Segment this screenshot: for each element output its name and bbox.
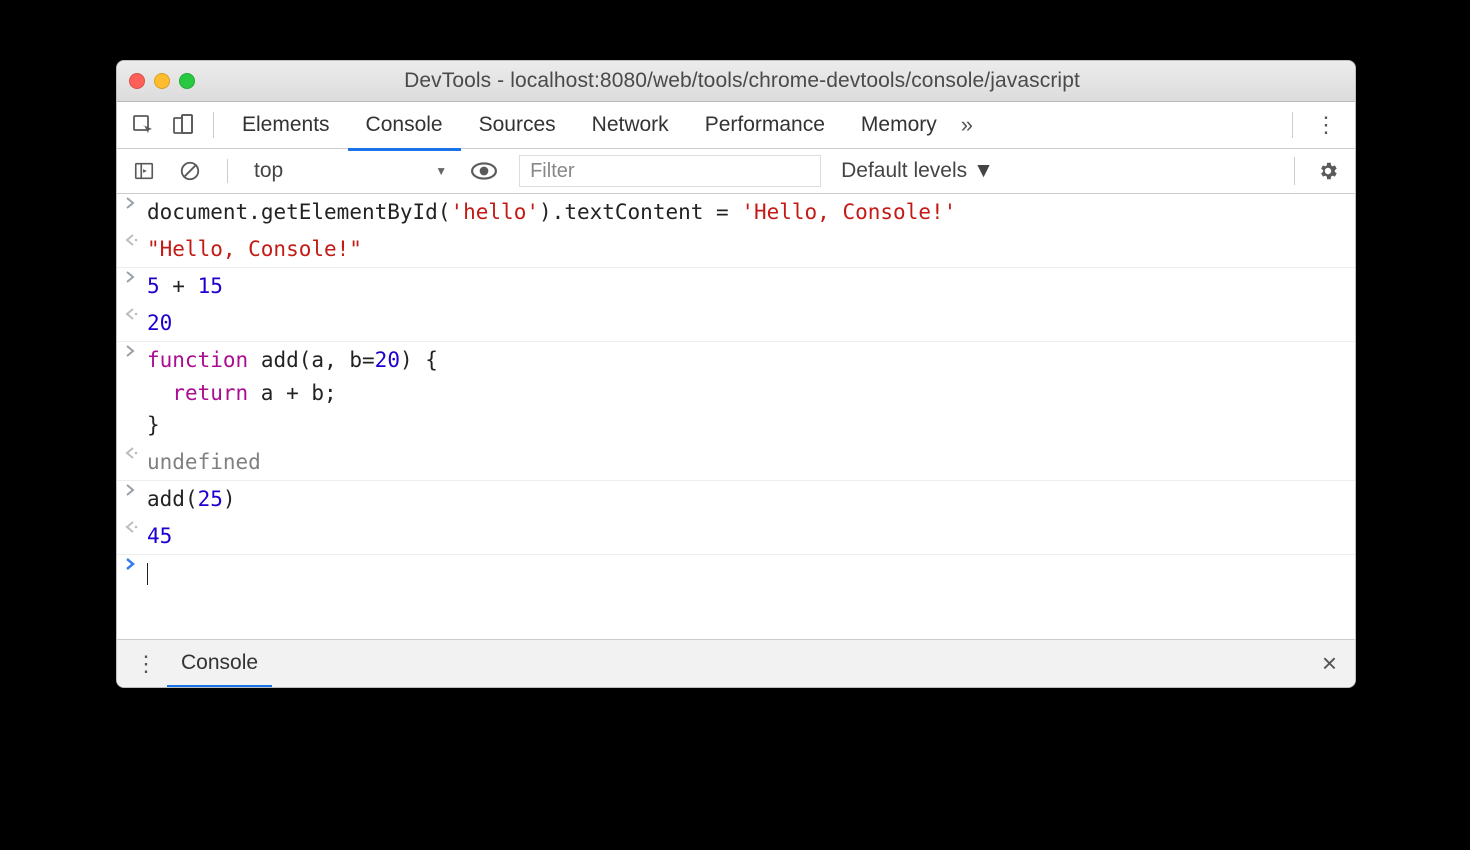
devtools-menu-button[interactable]: ⋮ — [1303, 112, 1349, 138]
window-titlebar[interactable]: DevTools - localhost:8080/web/tools/chro… — [117, 61, 1355, 102]
code-text: add(25) — [147, 483, 236, 516]
toggle-sidebar-icon[interactable] — [125, 149, 163, 193]
device-toolbar-icon[interactable] — [163, 102, 203, 148]
console-input-row: 5 + 15 — [117, 268, 1355, 305]
devtools-tabs: ElementsConsoleSourcesNetworkPerformance… — [117, 102, 1355, 149]
window-title: DevTools - localhost:8080/web/tools/chro… — [195, 69, 1289, 93]
devtools-window: DevTools - localhost:8080/web/tools/chro… — [116, 60, 1356, 688]
close-drawer-icon[interactable]: × — [1312, 648, 1347, 679]
console-input-row: function add(a, b=20) { return a + b; } — [117, 342, 1355, 444]
code-text: "Hello, Console!" — [147, 233, 362, 266]
console-settings-icon[interactable] — [1309, 160, 1347, 182]
tab-elements[interactable]: Elements — [224, 102, 348, 148]
code-text: 45 — [147, 520, 172, 553]
console-output[interactable]: document.getElementById('hello').textCon… — [117, 194, 1355, 624]
console-input-row: add(25) — [117, 481, 1355, 518]
inspect-element-icon[interactable] — [123, 102, 163, 148]
input-chevron-icon — [125, 196, 147, 210]
code-text: 5 + 15 — [147, 270, 223, 303]
log-levels-selector[interactable]: Default levels ▼ — [841, 159, 994, 183]
console-input-row: document.getElementById('hello').textCon… — [117, 194, 1355, 231]
separator — [1294, 157, 1295, 185]
context-label: top — [254, 159, 283, 183]
code-text: 20 — [147, 307, 172, 340]
input-chevron-icon — [125, 483, 147, 497]
separator — [213, 112, 214, 138]
drawer-menu-button[interactable]: ⋮ — [125, 651, 167, 677]
console-output-row: 45 — [117, 518, 1355, 556]
close-window-button[interactable] — [129, 73, 145, 89]
drawer-tab-console[interactable]: Console — [167, 641, 272, 688]
separator — [1292, 112, 1293, 138]
console-prompt-row[interactable] — [117, 555, 1355, 592]
code-text: document.getElementById('hello').textCon… — [147, 196, 956, 229]
input-chevron-icon — [125, 344, 147, 358]
minimize-window-button[interactable] — [154, 73, 170, 89]
tab-console[interactable]: Console — [348, 102, 461, 151]
tab-memory[interactable]: Memory — [843, 102, 955, 148]
console-output-row: undefined — [117, 444, 1355, 482]
output-chevron-icon — [125, 233, 147, 247]
chevron-down-icon: ▼ — [973, 159, 994, 183]
live-expression-icon[interactable] — [463, 149, 505, 193]
console-output-row: 20 — [117, 305, 1355, 343]
prompt-chevron-icon — [125, 557, 147, 571]
tab-performance[interactable]: Performance — [687, 102, 843, 148]
drawer: ⋮ Console × — [117, 639, 1355, 687]
prompt-input[interactable] — [147, 557, 148, 590]
zoom-window-button[interactable] — [179, 73, 195, 89]
input-chevron-icon — [125, 270, 147, 284]
context-selector[interactable]: top ▼ — [246, 157, 455, 185]
output-chevron-icon — [125, 307, 147, 321]
log-levels-label: Default levels — [841, 159, 967, 183]
chevron-down-icon: ▼ — [435, 164, 447, 178]
code-text: function add(a, b=20) { return a + b; } — [147, 344, 438, 442]
traffic-lights — [129, 73, 195, 89]
separator — [227, 159, 228, 183]
clear-console-icon[interactable] — [171, 149, 209, 193]
tab-network[interactable]: Network — [574, 102, 687, 148]
output-chevron-icon — [125, 520, 147, 534]
tab-sources[interactable]: Sources — [461, 102, 574, 148]
output-chevron-icon — [125, 446, 147, 460]
tabs-overflow-button[interactable]: » — [961, 112, 973, 138]
filter-input[interactable] — [519, 155, 821, 187]
code-text: undefined — [147, 446, 261, 479]
console-output-row: "Hello, Console!" — [117, 231, 1355, 269]
console-toolbar: top ▼ Default levels ▼ — [117, 149, 1355, 194]
